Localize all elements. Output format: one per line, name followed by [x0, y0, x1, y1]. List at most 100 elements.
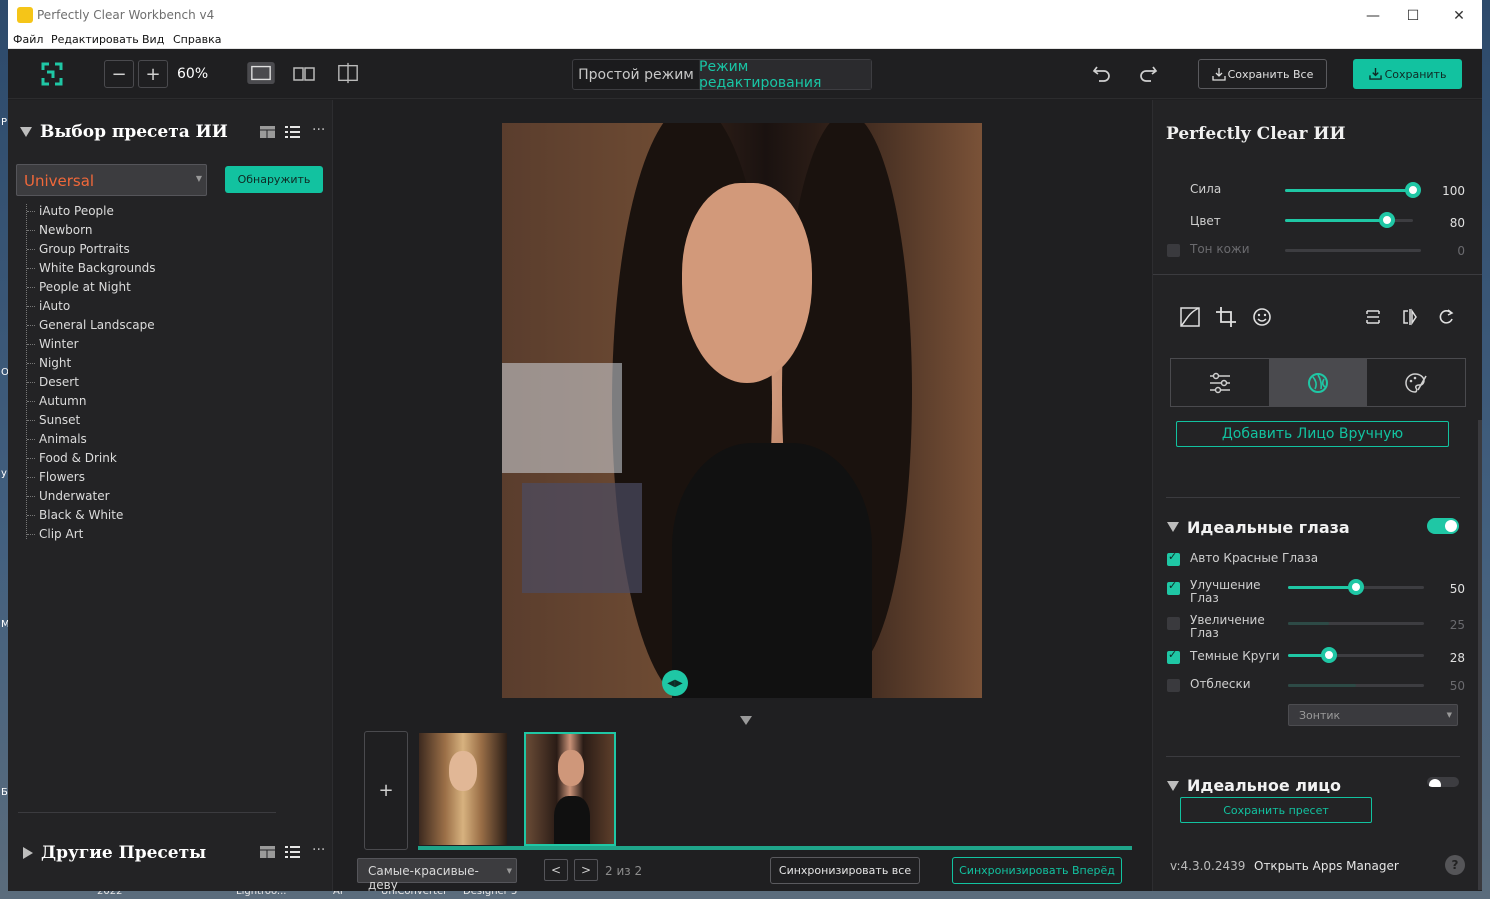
- strength-slider[interactable]: [1285, 182, 1421, 198]
- preset-item[interactable]: Newborn: [25, 221, 225, 240]
- more-icon[interactable]: ···: [312, 122, 325, 138]
- expand-arrow-icon[interactable]: [23, 847, 33, 859]
- dark-circles-slider[interactable]: [1288, 647, 1424, 663]
- compare-slider-handle[interactable]: ◀▶: [662, 670, 688, 696]
- save-all-button[interactable]: Сохранить Все: [1198, 59, 1327, 89]
- collapse-arrow-icon[interactable]: [1167, 522, 1179, 532]
- slider-knob[interactable]: [1379, 212, 1396, 228]
- preset-item[interactable]: Sunset: [25, 411, 225, 430]
- sync-forward-button[interactable]: Синхронизировать Вперёд: [952, 857, 1122, 884]
- collapse-arrow-icon[interactable]: [1167, 781, 1179, 791]
- flip-horizontal-icon[interactable]: [1401, 307, 1419, 327]
- eye-enhance-value: 50: [1449, 582, 1465, 596]
- eye-enlarge-checkbox[interactable]: [1167, 617, 1180, 630]
- thumbnail[interactable]: [419, 733, 507, 845]
- preset-item[interactable]: White Backgrounds: [25, 259, 225, 278]
- menu-edit[interactable]: Редактировать: [51, 33, 139, 46]
- split-view-icon[interactable]: [293, 63, 315, 85]
- auto-redeye-checkbox[interactable]: [1167, 550, 1180, 566]
- skin-tone-checkbox[interactable]: [1167, 244, 1180, 257]
- preset-select[interactable]: Universal ▼: [16, 164, 207, 196]
- slider-knob[interactable]: [1320, 647, 1337, 663]
- dark-circles-value: 28: [1449, 651, 1465, 665]
- fit-screen-icon[interactable]: [41, 62, 63, 86]
- preset-item[interactable]: Desert: [25, 373, 225, 392]
- edit-mode-tab[interactable]: Режим редактирования: [699, 59, 871, 91]
- list-view-icon[interactable]: [285, 126, 300, 138]
- adjustment-tabs: [1170, 358, 1466, 407]
- add-image-button[interactable]: +: [364, 731, 408, 850]
- slider-knob[interactable]: [1405, 182, 1421, 198]
- curves-icon[interactable]: [1180, 307, 1200, 327]
- prev-image-button[interactable]: <: [544, 859, 568, 881]
- eye-enhance-slider[interactable]: [1288, 579, 1424, 595]
- dark-circles-label: Темные Круги: [1190, 649, 1280, 663]
- undo-icon[interactable]: [1092, 63, 1112, 83]
- folder-select[interactable]: Самые-красивые-деву ▼: [357, 858, 517, 891]
- preset-item[interactable]: Underwater: [25, 487, 225, 506]
- panel-scrollbar[interactable]: [1478, 420, 1482, 890]
- more-icon[interactable]: ···: [312, 842, 325, 858]
- help-icon[interactable]: ?: [1445, 855, 1465, 875]
- catchlight-shape-select[interactable]: Зонтик ▼: [1288, 704, 1458, 726]
- detect-button[interactable]: Обнаружить: [225, 166, 323, 193]
- save-preset-button[interactable]: Сохранить пресет: [1180, 797, 1372, 823]
- preset-item[interactable]: Winter: [25, 335, 225, 354]
- preset-item[interactable]: Autumn: [25, 392, 225, 411]
- simple-mode-tab[interactable]: Простой режим: [573, 60, 699, 89]
- color-slider[interactable]: [1285, 212, 1413, 228]
- eye-enlarge-slider[interactable]: [1288, 622, 1424, 625]
- preset-item[interactable]: Black & White: [25, 506, 225, 525]
- preset-item[interactable]: iAuto People: [25, 202, 225, 221]
- close-button[interactable]: ✕: [1436, 0, 1482, 32]
- preset-item[interactable]: iAuto: [25, 297, 225, 316]
- preset-item[interactable]: People at Night: [25, 278, 225, 297]
- preset-item[interactable]: Food & Drink: [25, 449, 225, 468]
- maximize-button[interactable]: ☐: [1390, 0, 1436, 32]
- preset-item[interactable]: Flowers: [25, 468, 225, 487]
- next-image-button[interactable]: >: [574, 859, 598, 881]
- zoom-out-button[interactable]: −: [104, 60, 134, 88]
- add-face-manually-button[interactable]: Добавить Лицо Вручную: [1176, 421, 1449, 447]
- tab-face[interactable]: [1269, 359, 1367, 406]
- sync-all-button[interactable]: Синхронизировать все: [770, 857, 920, 884]
- save-button[interactable]: Сохранить: [1353, 59, 1462, 89]
- eye-enhance-checkbox[interactable]: [1167, 579, 1180, 595]
- thumbnail-selected[interactable]: [524, 732, 616, 846]
- sliders-icon: [1210, 372, 1230, 393]
- perfect-face-toggle[interactable]: [1427, 777, 1459, 787]
- redo-icon[interactable]: [1138, 63, 1158, 83]
- menu-help[interactable]: Справка: [173, 33, 221, 46]
- compare-view-icon[interactable]: [336, 62, 360, 84]
- dark-circles-checkbox[interactable]: [1167, 648, 1180, 664]
- preset-item[interactable]: Animals: [25, 430, 225, 449]
- catchlight-checkbox[interactable]: [1167, 679, 1180, 692]
- grid-view-icon[interactable]: [260, 846, 275, 858]
- slider-knob[interactable]: [1348, 579, 1364, 595]
- preset-item[interactable]: Clip Art: [25, 525, 225, 544]
- title-bar: Perfectly Clear Workbench v4 — ☐ ✕: [8, 0, 1482, 32]
- crop-icon[interactable]: [1216, 307, 1236, 327]
- face-icon[interactable]: [1252, 307, 1272, 327]
- perfect-eyes-toggle[interactable]: [1427, 518, 1459, 534]
- single-view-icon[interactable]: [246, 62, 276, 84]
- catchlight-slider[interactable]: [1288, 684, 1424, 687]
- tab-creative[interactable]: [1367, 359, 1465, 406]
- preset-item[interactable]: General Landscape: [25, 316, 225, 335]
- apps-manager-link[interactable]: Открыть Apps Manager: [1254, 859, 1399, 873]
- menu-view[interactable]: Вид: [142, 33, 164, 46]
- collapse-arrow-icon[interactable]: [20, 127, 32, 137]
- menu-file[interactable]: Файл: [13, 33, 43, 46]
- list-view-icon[interactable]: [285, 846, 300, 858]
- grid-view-icon[interactable]: [260, 126, 275, 138]
- photo-face-shape: [682, 183, 812, 383]
- preset-item[interactable]: Night: [25, 354, 225, 373]
- rotate-icon[interactable]: [1437, 307, 1455, 327]
- flip-vertical-icon[interactable]: [1364, 307, 1382, 327]
- zoom-in-button[interactable]: +: [138, 60, 168, 88]
- filmstrip-toggle-icon[interactable]: [740, 716, 752, 725]
- tab-adjustments[interactable]: [1171, 359, 1269, 406]
- preset-item[interactable]: Group Portraits: [25, 240, 225, 259]
- catchlight-value: 50: [1449, 679, 1465, 693]
- skin-tone-slider[interactable]: [1285, 249, 1421, 252]
